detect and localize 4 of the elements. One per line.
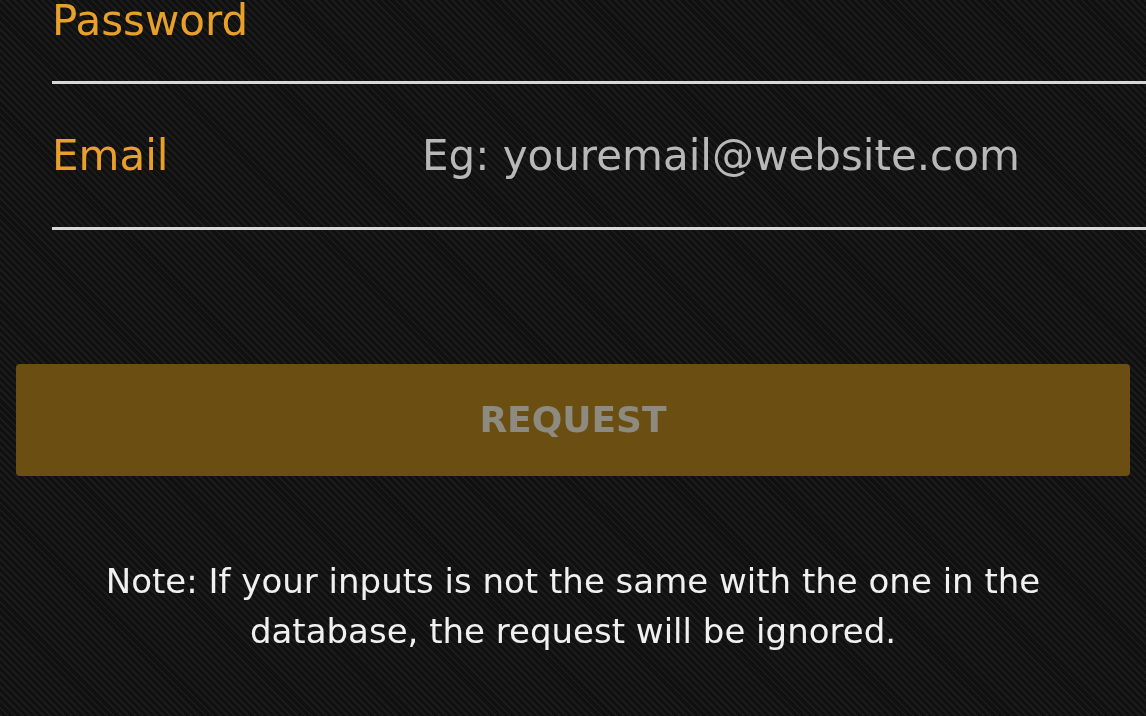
note-text: Note: If your inputs is not the same with the one in the database, the request will be ignored. xyxy=(104,560,1042,653)
field-label: Email xyxy=(52,134,170,177)
input-field[interactable]: Eg: youremail@website.com xyxy=(422,124,1146,187)
field-label: Password xyxy=(52,0,250,42)
